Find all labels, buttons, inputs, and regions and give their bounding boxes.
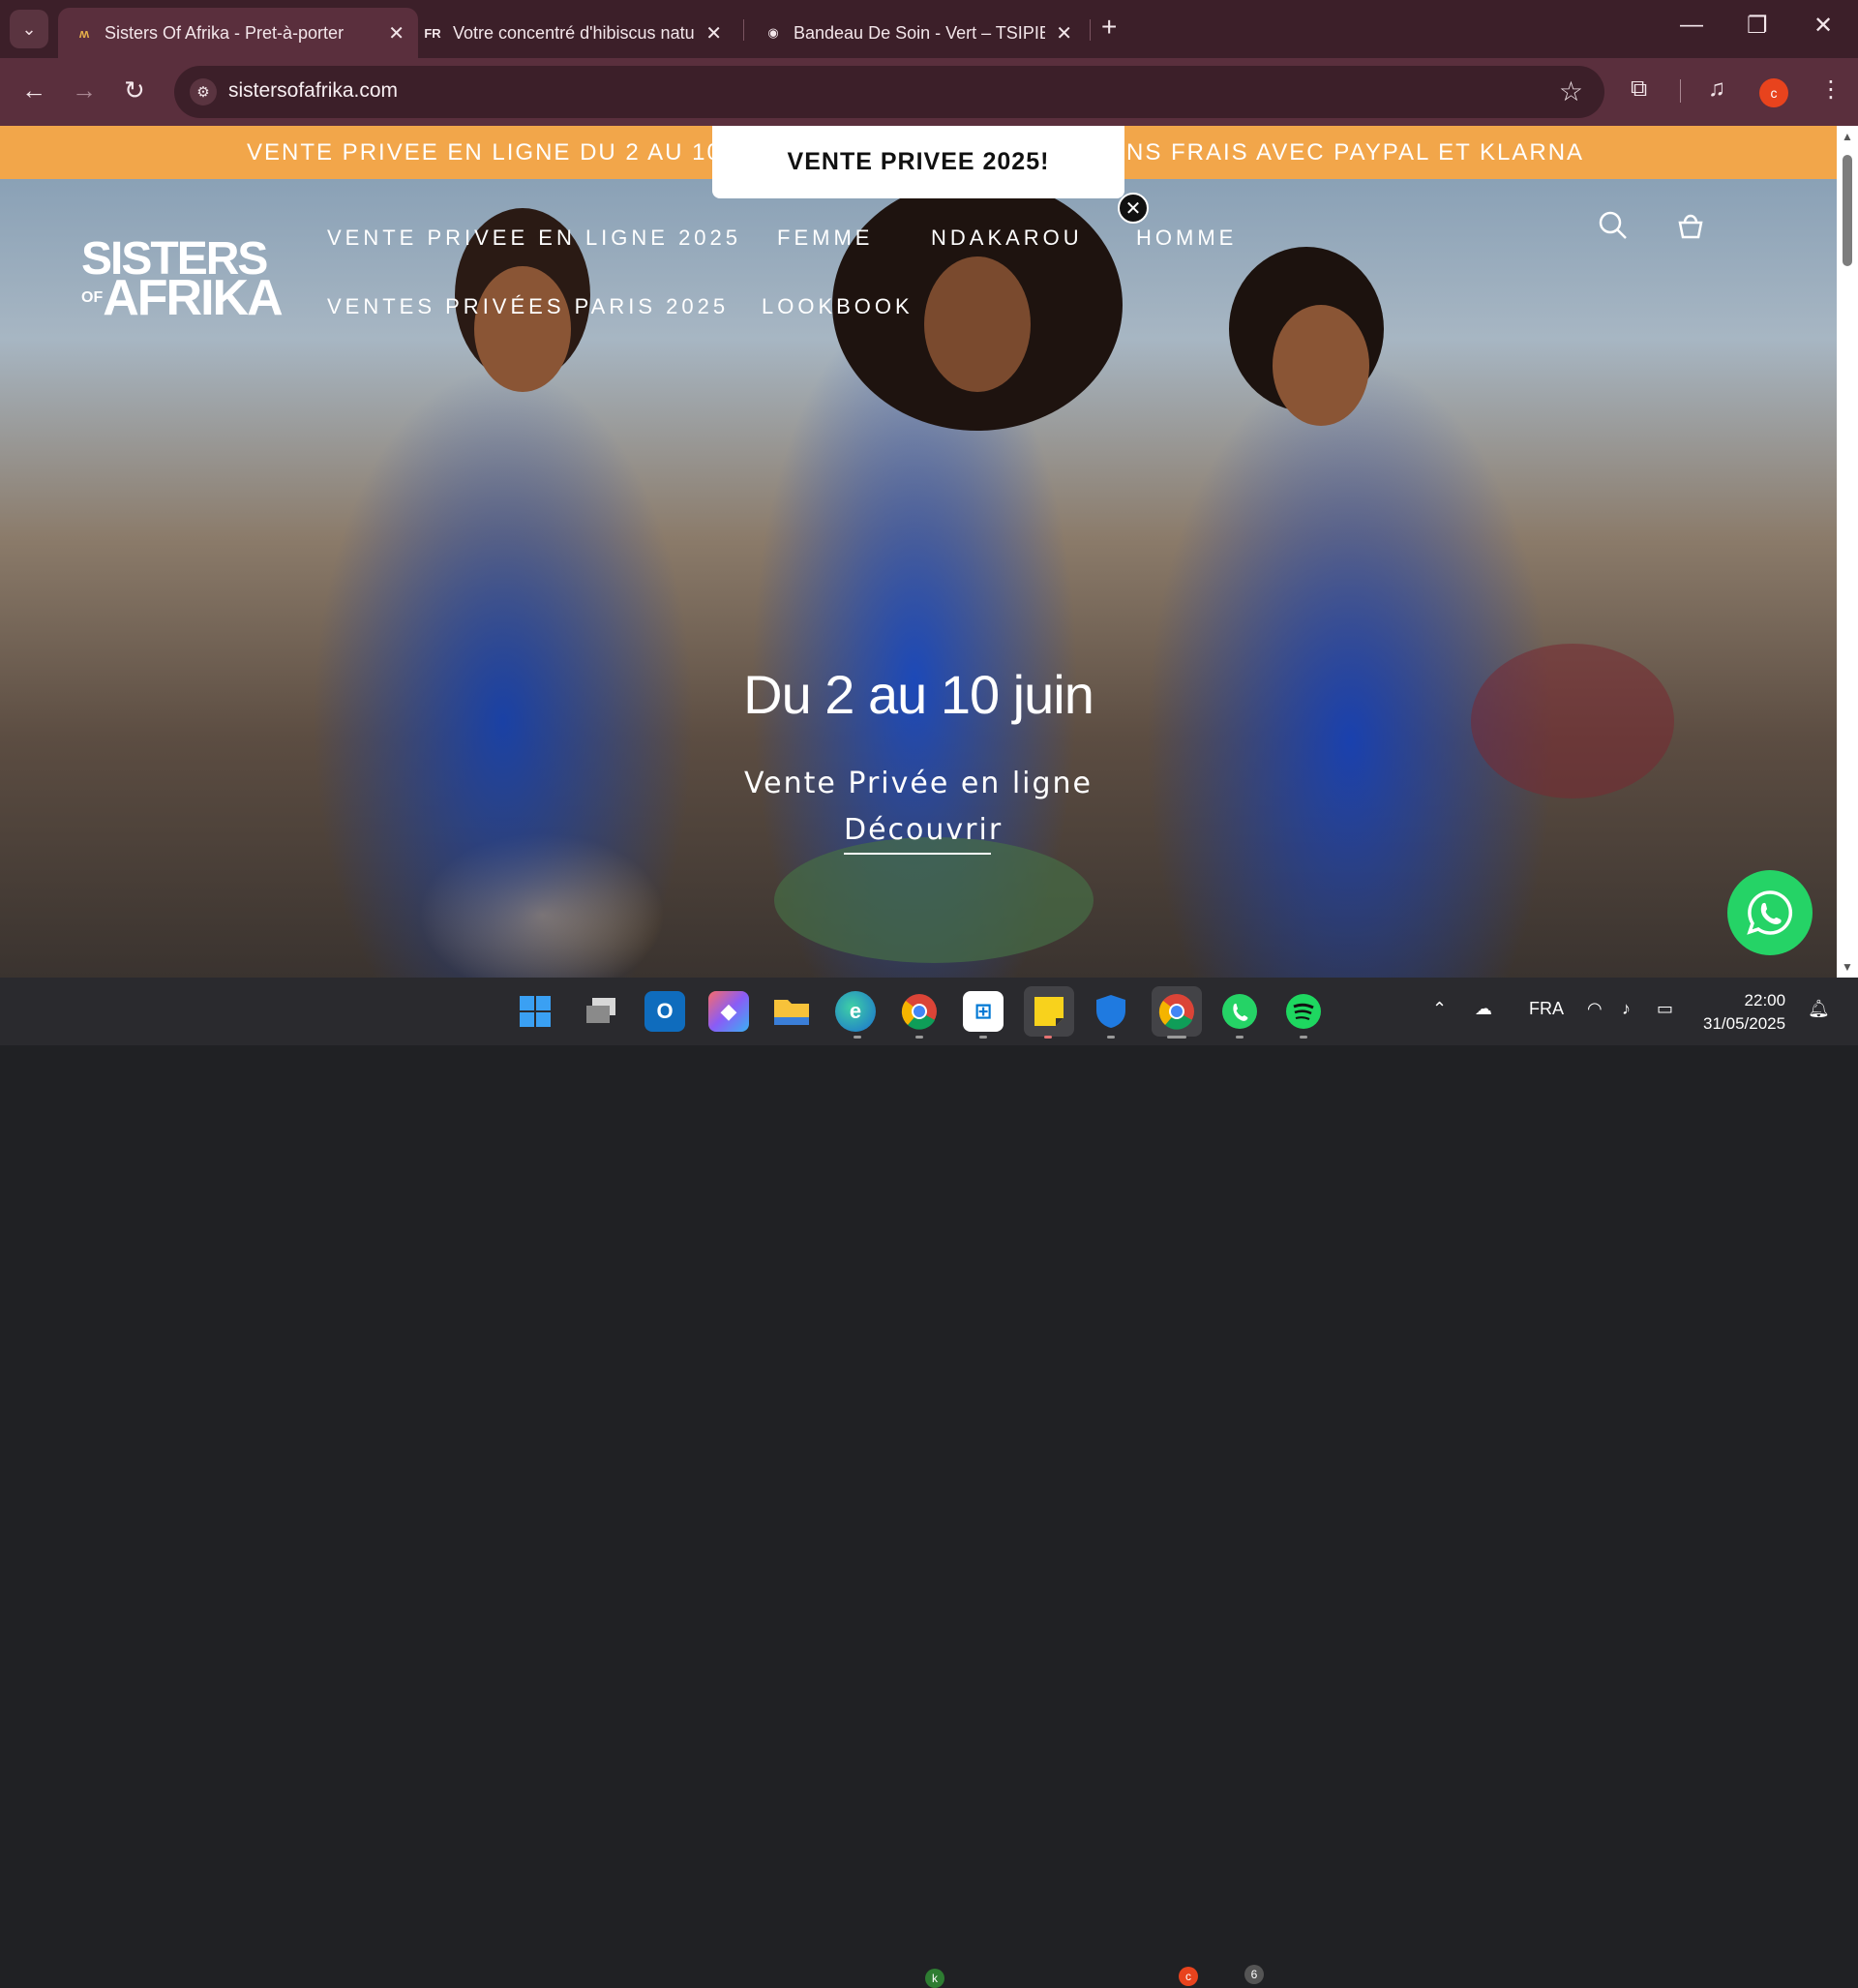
show-hidden-icons-chevron-icon[interactable]: ⌃: [1432, 999, 1447, 1019]
window-close-icon[interactable]: ✕: [1813, 12, 1833, 40]
running-indicator: [1236, 1036, 1244, 1039]
page-viewport: VENTE PRIVEE EN LIGNE DU 2 AU 10 NS FRAI…: [0, 126, 1837, 978]
running-indicator: [1167, 1036, 1186, 1039]
sisters-of-afrika-favicon-icon: ʍ: [78, 25, 90, 41]
scroll-up-arrow-icon[interactable]: ▲: [1842, 130, 1853, 143]
tab-search-button[interactable]: ⌄: [10, 10, 48, 48]
tab-strip: ⌄ ʍ Sisters Of Afrika - Pret-à-porter ✕ …: [0, 0, 1858, 58]
clock-time: 22:00: [1744, 991, 1786, 1009]
whatsapp-unread-badge: 6: [1244, 1965, 1264, 1984]
minimize-icon[interactable]: —: [1680, 12, 1703, 39]
tab-divider: [1090, 19, 1091, 41]
search-icon[interactable]: [1599, 211, 1628, 248]
nav-femme[interactable]: FEMME: [777, 226, 873, 251]
running-indicator: [979, 1036, 987, 1039]
page-scrollbar[interactable]: ▲ ▼: [1837, 126, 1858, 978]
whatsapp-chat-button[interactable]: [1727, 870, 1813, 955]
site-logo[interactable]: SISTERS OFAFRIKA: [81, 236, 284, 330]
profile-avatar[interactable]: c: [1759, 78, 1788, 107]
whatsapp-taskbar-icon[interactable]: [1219, 991, 1260, 1032]
windows-taskbar: O ◆ e k ⊞ c 6 ⌃ ☁ FRA ◠ ♪ ▭ 22:00 31/05/…: [0, 978, 1858, 1988]
system-clock[interactable]: 22:00 31/05/2025: [1703, 989, 1785, 1036]
promo-text-right: NS FRAIS AVEC PAYPAL ET KLARNA: [1126, 139, 1585, 166]
running-indicator: [915, 1036, 923, 1039]
wifi-icon[interactable]: ◠: [1587, 999, 1603, 1019]
hero-flowers: [774, 837, 1094, 963]
edge-icon[interactable]: e: [835, 991, 876, 1032]
hero-discover-link[interactable]: Découvrir: [844, 813, 1001, 855]
address-bar[interactable]: ⚙ sistersofafrika.com ☆: [174, 66, 1604, 118]
more-menu-icon[interactable]: ⋮: [1819, 75, 1843, 104]
copilot-icon[interactable]: ◆: [708, 991, 749, 1032]
tab-hibiscus[interactable]: FR Votre concentré d'hibiscus natu ✕: [406, 8, 735, 58]
chevron-down-icon: ⌄: [21, 18, 37, 39]
task-view-icon[interactable]: [581, 991, 621, 1032]
sticky-notes-icon[interactable]: [1024, 986, 1074, 1037]
scrollbar-thumb[interactable]: [1843, 155, 1852, 266]
chrome-profile-badge: c: [1179, 1967, 1198, 1986]
microsoft-store-icon[interactable]: ⊞: [963, 991, 1004, 1032]
onedrive-icon[interactable]: ☁: [1475, 999, 1492, 1019]
popup-title: VENTE PRIVEE 2025!: [787, 148, 1050, 175]
close-icon[interactable]: ✕: [1056, 21, 1072, 45]
tab-tsipie[interactable]: ◉ Bandeau De Soin - Vert – TSIPIE ✕: [747, 8, 1086, 58]
running-indicator: [1044, 1036, 1052, 1039]
running-indicator: [854, 1036, 861, 1039]
promo-text-left: VENTE PRIVEE EN LIGNE DU 2 AU 10: [247, 139, 722, 166]
popup-close-icon[interactable]: ✕: [1118, 193, 1149, 224]
nav-vente-privee-en-ligne[interactable]: VENTE PRIVEE EN LIGNE 2025: [327, 226, 741, 251]
hero-figure-face: [924, 256, 1031, 392]
chrome-icon[interactable]: [1152, 986, 1202, 1037]
notification-bell-icon[interactable]: 🔔︎: [1808, 999, 1830, 1019]
chrome-profile-icon[interactable]: [899, 991, 940, 1032]
tab-title: Votre concentré d'hibiscus natu: [453, 22, 695, 43]
media-control-icon[interactable]: ♫: [1708, 75, 1725, 103]
spotify-icon[interactable]: [1283, 991, 1324, 1032]
bookmark-star-icon[interactable]: ☆: [1559, 75, 1583, 107]
browser-toolbar: ← → ↻ ⚙ sistersofafrika.com ☆ ⧉ ♫ c ⋮: [0, 58, 1858, 126]
cart-bag-icon[interactable]: [1676, 211, 1705, 248]
back-arrow-icon[interactable]: ←: [21, 75, 46, 105]
hero-subtitle: Vente Privée en ligne: [743, 767, 1094, 800]
restore-icon[interactable]: ❐: [1747, 12, 1768, 40]
reload-icon[interactable]: ↻: [124, 75, 145, 105]
windows-security-icon[interactable]: [1091, 991, 1131, 1032]
nav-ventes-privees-paris[interactable]: VENTES PRIVÉES PARIS 2025: [327, 294, 729, 319]
forward-arrow-icon[interactable]: →: [72, 75, 97, 105]
promo-popup[interactable]: VENTE PRIVEE 2025!: [712, 126, 1124, 198]
url-text[interactable]: sistersofafrika.com: [228, 79, 398, 103]
nav-ndakarou[interactable]: NDAKAROU: [931, 226, 1083, 251]
tab-title: Bandeau De Soin - Vert – TSIPIE: [794, 22, 1045, 43]
tab-sisters-of-afrika[interactable]: ʍ Sisters Of Afrika - Pret-à-porter ✕: [58, 8, 418, 58]
hero-title: Du 2 au 10 juin: [743, 664, 1094, 725]
site-info-icon[interactable]: ⚙: [190, 78, 217, 105]
close-icon[interactable]: ✕: [705, 21, 722, 45]
extensions-puzzle-icon[interactable]: ⧉: [1631, 75, 1647, 103]
logo-line2: AFRIKA: [103, 270, 283, 326]
volume-icon[interactable]: ♪: [1622, 999, 1631, 1019]
fr-favicon-icon: FR: [424, 25, 441, 41]
tsipie-favicon-icon: ◉: [767, 25, 779, 40]
clock-date: 31/05/2025: [1703, 1014, 1786, 1033]
running-indicator: [1300, 1036, 1307, 1039]
tab-title: Sisters Of Afrika - Pret-à-porter: [105, 22, 345, 43]
new-tab-plus-icon[interactable]: +: [1101, 12, 1117, 43]
whatsapp-icon: [1747, 890, 1793, 935]
hero-figure-face: [1273, 305, 1369, 426]
tab-divider: [743, 19, 744, 41]
running-indicator: [1107, 1036, 1115, 1039]
logo-of: OF: [81, 289, 104, 306]
nav-lookbook[interactable]: LOOKBOOK: [762, 294, 914, 319]
toolbar-divider: [1680, 79, 1681, 103]
outlook-icon[interactable]: O: [644, 991, 685, 1032]
scroll-down-arrow-icon[interactable]: ▼: [1842, 960, 1853, 974]
battery-icon[interactable]: ▭: [1657, 999, 1673, 1019]
nav-homme[interactable]: HOMME: [1136, 226, 1237, 251]
windows-start-icon[interactable]: [515, 991, 555, 1032]
file-explorer-icon[interactable]: [771, 991, 812, 1032]
close-icon[interactable]: ✕: [388, 21, 405, 45]
hero-figure-face: [474, 266, 571, 392]
chrome-profile-badge: k: [925, 1969, 944, 1988]
input-language[interactable]: FRA: [1529, 999, 1564, 1019]
